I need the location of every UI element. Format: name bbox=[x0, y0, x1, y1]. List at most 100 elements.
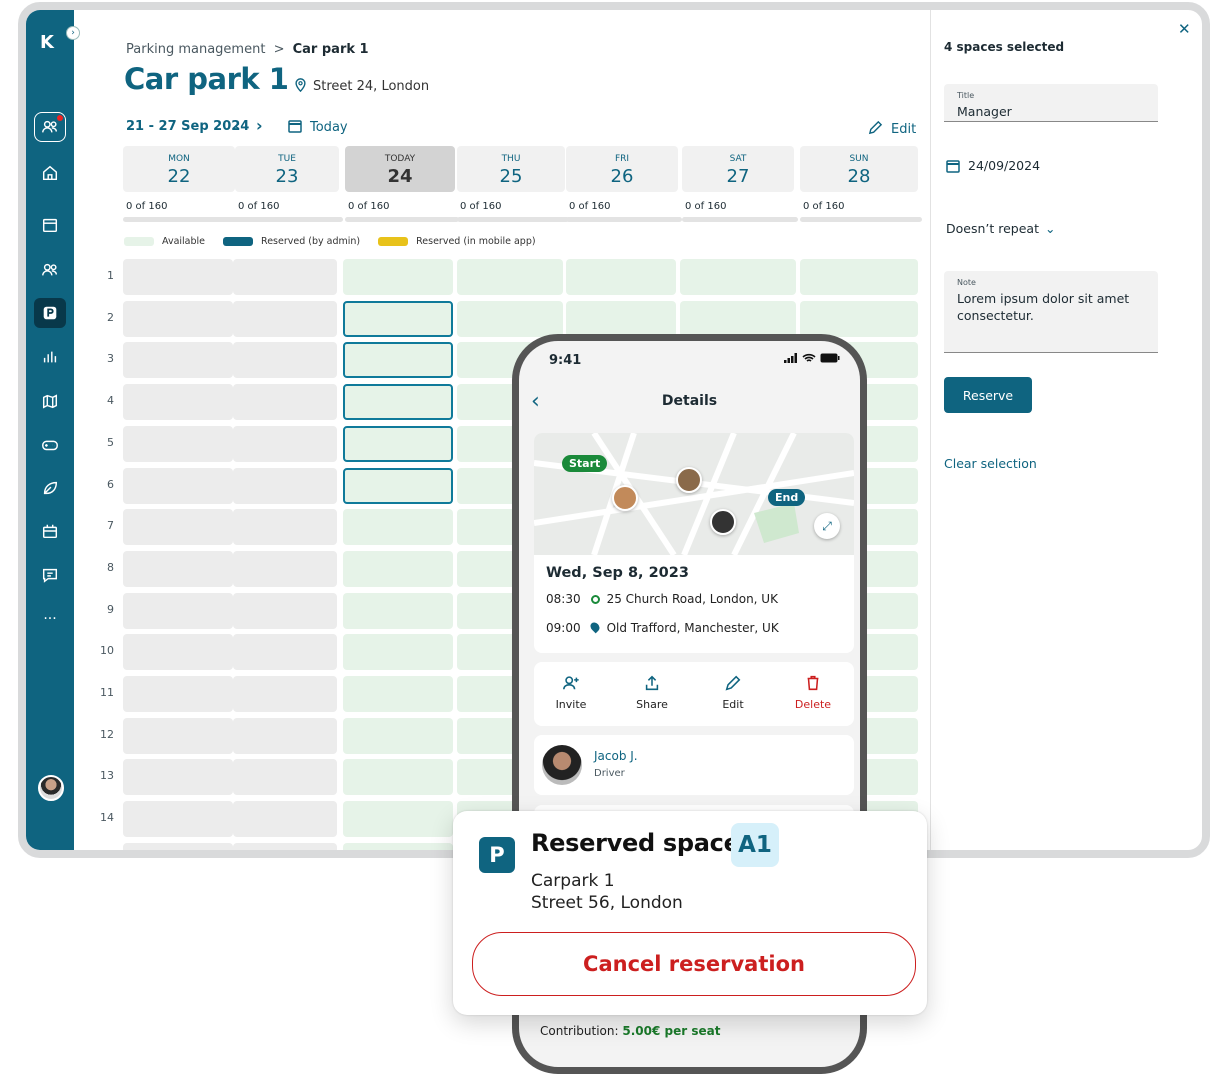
parking-slot[interactable] bbox=[343, 634, 453, 671]
day-capacity: 0 of 160 bbox=[126, 201, 168, 212]
parking-slot[interactable] bbox=[233, 717, 337, 754]
sidebar-item-users[interactable] bbox=[34, 255, 66, 285]
parking-slot[interactable] bbox=[233, 676, 337, 712]
cancel-reservation-button[interactable]: Cancel reservation bbox=[472, 932, 916, 996]
parking-slot[interactable] bbox=[343, 801, 453, 838]
parking-slot[interactable] bbox=[123, 342, 233, 379]
parking-slot[interactable] bbox=[233, 842, 337, 850]
parking-slot[interactable] bbox=[233, 384, 337, 421]
parking-slot[interactable] bbox=[233, 801, 337, 838]
breadcrumb-parent[interactable]: Parking management bbox=[126, 42, 265, 57]
parking-slot[interactable] bbox=[233, 467, 337, 504]
day-header-mon[interactable]: MON 22 bbox=[123, 146, 235, 192]
expand-map-icon[interactable]: ⤢ bbox=[814, 513, 840, 539]
parking-slot[interactable] bbox=[233, 300, 337, 337]
parking-slot-selected[interactable] bbox=[343, 467, 453, 504]
sidebar-item-games[interactable] bbox=[34, 430, 66, 460]
parking-slot[interactable] bbox=[123, 676, 233, 712]
parking-slot[interactable] bbox=[343, 592, 453, 629]
next-week-button[interactable]: › bbox=[256, 116, 263, 135]
parking-slot[interactable] bbox=[343, 259, 453, 295]
day-header-sun[interactable]: SUN 28 bbox=[800, 146, 918, 192]
parking-slot[interactable] bbox=[680, 259, 796, 295]
parking-slot[interactable] bbox=[233, 425, 337, 462]
parking-slot[interactable] bbox=[343, 509, 453, 546]
parking-slot[interactable] bbox=[343, 717, 453, 754]
parking-slot[interactable] bbox=[233, 592, 337, 629]
parking-slot[interactable] bbox=[123, 634, 233, 671]
share-label: Share bbox=[636, 698, 668, 711]
parking-slot[interactable] bbox=[680, 300, 796, 337]
parking-slot[interactable] bbox=[566, 259, 676, 295]
parking-slot-selected[interactable] bbox=[343, 300, 453, 337]
day-header-tue[interactable]: TUE 23 bbox=[235, 146, 339, 192]
stop-address: Old Trafford, Manchester, UK bbox=[606, 621, 779, 635]
parking-slot[interactable] bbox=[123, 384, 233, 421]
reserve-button[interactable]: Reserve bbox=[944, 377, 1032, 413]
clear-selection-link[interactable]: Clear selection bbox=[944, 456, 1037, 471]
collapse-sidebar-button[interactable]: › bbox=[66, 26, 80, 40]
close-panel-button[interactable]: ✕ bbox=[1178, 20, 1191, 38]
parking-slot[interactable] bbox=[123, 592, 233, 629]
parking-slot[interactable] bbox=[123, 717, 233, 754]
sidebar-item-map[interactable] bbox=[34, 386, 66, 416]
parking-slot[interactable] bbox=[233, 634, 337, 671]
sidebar-item-team[interactable] bbox=[34, 112, 66, 142]
sidebar-item-eco[interactable] bbox=[34, 473, 66, 503]
parking-slot[interactable] bbox=[123, 759, 233, 796]
edit-trip-button[interactable]: Edit bbox=[698, 674, 768, 711]
today-button[interactable]: Today bbox=[288, 119, 348, 135]
parking-slot[interactable] bbox=[457, 259, 563, 295]
parking-slot[interactable] bbox=[233, 509, 337, 546]
reservation-street: Street 56, London bbox=[531, 893, 683, 913]
invite-button[interactable]: Invite bbox=[536, 674, 606, 711]
parking-slot[interactable] bbox=[800, 300, 918, 337]
parking-slot[interactable] bbox=[233, 342, 337, 379]
parking-slot[interactable] bbox=[123, 801, 233, 838]
delete-button[interactable]: Delete bbox=[778, 674, 848, 711]
trip-map[interactable]: Start End ⤢ bbox=[534, 433, 854, 555]
parking-slot[interactable] bbox=[123, 259, 233, 295]
parking-slot-selected[interactable] bbox=[343, 425, 453, 462]
parking-slot[interactable] bbox=[123, 550, 233, 587]
more-icon[interactable]: ··· bbox=[34, 604, 66, 634]
sidebar-item-messages[interactable] bbox=[34, 560, 66, 590]
day-header-fri[interactable]: FRI 26 bbox=[566, 146, 678, 192]
parking-slot[interactable] bbox=[343, 676, 453, 712]
sidebar-item-home[interactable] bbox=[34, 158, 66, 188]
day-header-today[interactable]: TODAY 24 bbox=[345, 146, 455, 192]
parking-slot[interactable] bbox=[566, 300, 676, 337]
share-button[interactable]: Share bbox=[617, 674, 687, 711]
parking-slot[interactable] bbox=[123, 300, 233, 337]
sidebar-item-parking[interactable] bbox=[34, 298, 66, 328]
day-header-thu[interactable]: THU 25 bbox=[457, 146, 565, 192]
driver-row[interactable]: Jacob J. Driver bbox=[534, 735, 854, 795]
parking-slot[interactable] bbox=[233, 259, 337, 295]
parking-slot[interactable] bbox=[233, 550, 337, 587]
parking-slot[interactable] bbox=[123, 509, 233, 546]
parking-slot[interactable] bbox=[343, 550, 453, 587]
parking-slot[interactable] bbox=[123, 425, 233, 462]
parking-slot[interactable] bbox=[123, 467, 233, 504]
edit-button[interactable]: Edit bbox=[868, 120, 916, 137]
user-avatar[interactable] bbox=[38, 775, 64, 801]
sidebar-item-catering[interactable] bbox=[34, 516, 66, 546]
parking-slot-selected[interactable] bbox=[343, 342, 453, 379]
parking-slot[interactable] bbox=[123, 842, 233, 850]
parking-slot-selected[interactable] bbox=[343, 384, 453, 421]
date-picker[interactable]: 24/09/2024 bbox=[946, 158, 1040, 173]
sidebar-item-analytics[interactable] bbox=[34, 342, 66, 372]
prev-week-button[interactable]: ‹ bbox=[234, 116, 241, 135]
day-header-sat[interactable]: SAT 27 bbox=[682, 146, 794, 192]
parking-slot[interactable] bbox=[457, 300, 563, 337]
parking-slot[interactable] bbox=[343, 759, 453, 796]
title-field[interactable]: Title Manager bbox=[944, 84, 1158, 122]
parking-slot[interactable] bbox=[233, 759, 337, 796]
parking-slot[interactable] bbox=[343, 842, 453, 850]
repeat-dropdown[interactable]: Doesn’t repeat ⌄ bbox=[946, 221, 1055, 236]
note-field[interactable]: Note Lorem ipsum dolor sit amet consecte… bbox=[944, 271, 1158, 353]
sidebar-item-calendar[interactable] bbox=[34, 210, 66, 240]
day-capacity: 0 of 160 bbox=[460, 201, 502, 212]
add-person-icon bbox=[563, 676, 579, 690]
parking-slot[interactable] bbox=[800, 259, 918, 295]
